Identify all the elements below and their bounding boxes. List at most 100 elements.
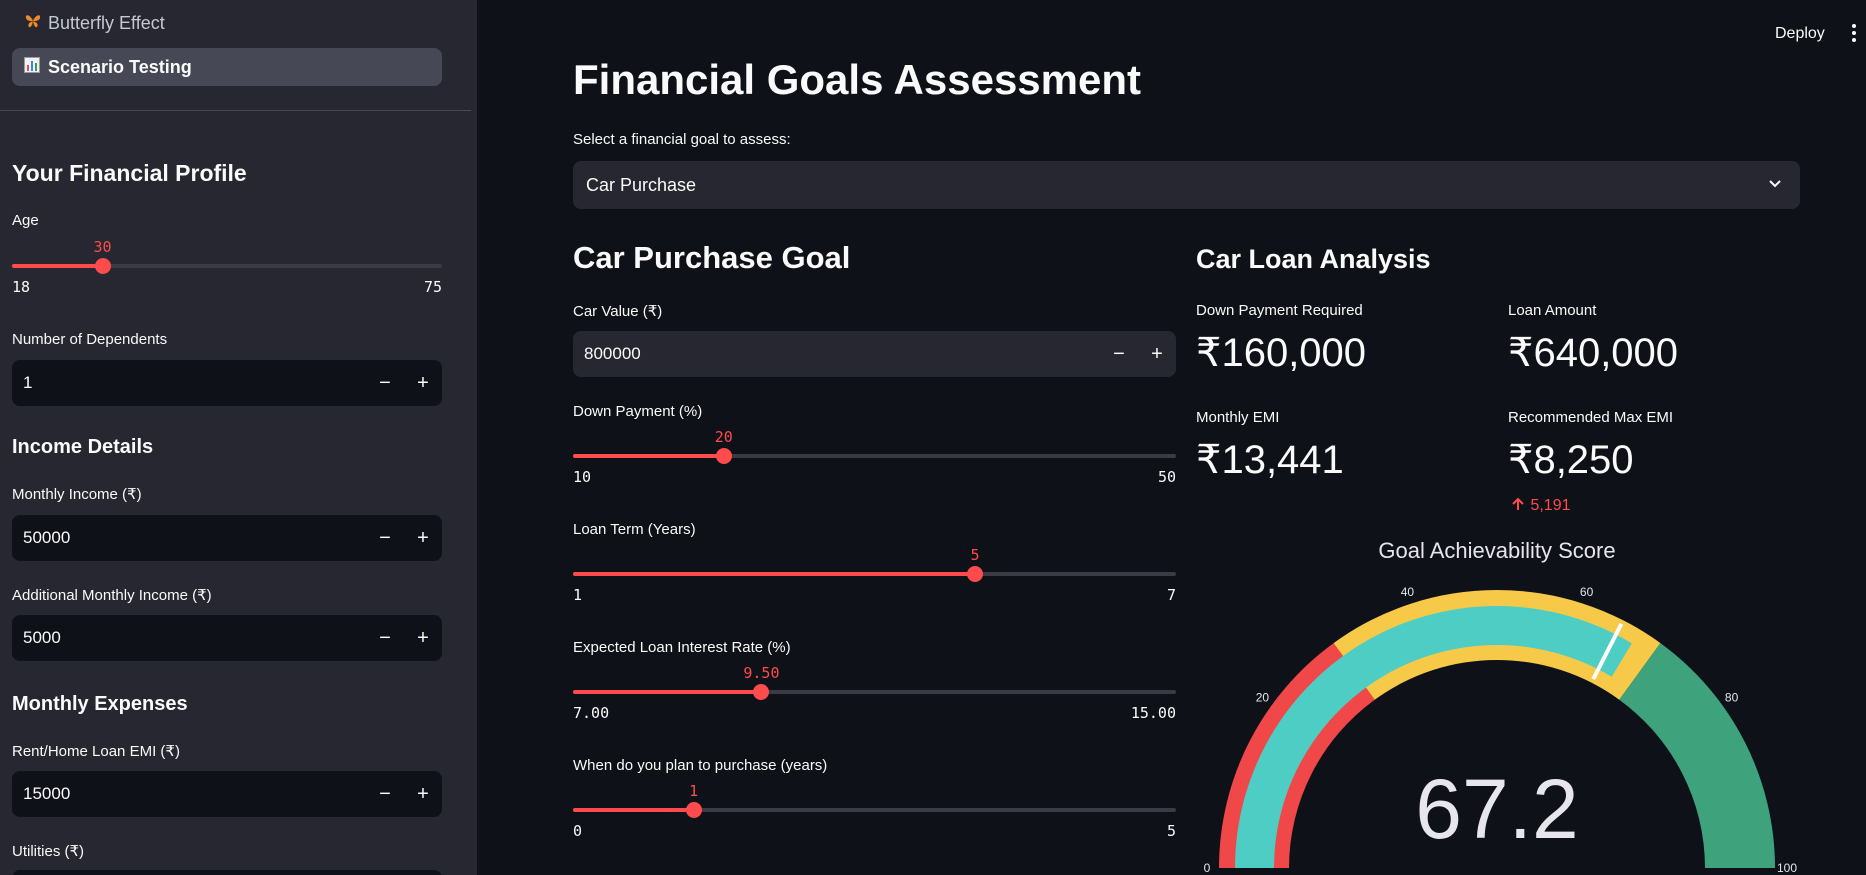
slider-value: 9.50 bbox=[743, 664, 780, 682]
slider-value: 5 bbox=[970, 546, 980, 564]
monthly-emi-label: Monthly EMI bbox=[1196, 409, 1280, 426]
car-purchase-goal-heading: Car Purchase Goal bbox=[573, 240, 851, 275]
dependents-input[interactable]: 1 − + bbox=[12, 360, 442, 406]
goal-select[interactable]: Car Purchase bbox=[573, 161, 1800, 209]
slider-max: 50 bbox=[1157, 468, 1176, 486]
increment-button[interactable]: + bbox=[404, 783, 442, 806]
nav-item-label: Scenario Testing bbox=[48, 56, 192, 77]
purchase-years-label: When do you plan to purchase (years) bbox=[573, 757, 828, 774]
monthly-expenses-heading: Monthly Expenses bbox=[12, 693, 188, 715]
nav-item-butterfly-effect[interactable]: Butterfly Effect bbox=[12, 4, 442, 42]
loan-amount-label: Loan Amount bbox=[1508, 302, 1597, 319]
gauge-tick-label: 80 bbox=[1725, 691, 1739, 705]
slider-fill bbox=[573, 808, 694, 812]
rent-label: Rent/Home Loan EMI (₹) bbox=[12, 743, 180, 760]
increment-button[interactable]: + bbox=[404, 527, 442, 550]
gauge-tick-label: 20 bbox=[1256, 691, 1270, 705]
increment-button[interactable]: + bbox=[1138, 343, 1176, 366]
loan-term-label: Loan Term (Years) bbox=[573, 521, 696, 538]
vertical-dots-icon[interactable] bbox=[1852, 22, 1858, 45]
down-payment-label: Down Payment (%) bbox=[573, 403, 703, 420]
slider-value: 1 bbox=[689, 782, 699, 800]
deploy-button[interactable]: Deploy bbox=[1775, 25, 1825, 43]
gauge-title: Goal Achievability Score bbox=[1378, 538, 1616, 563]
financial-profile-heading: Your Financial Profile bbox=[12, 160, 247, 186]
income-details-heading: Income Details bbox=[12, 436, 154, 458]
car-value-value[interactable]: 800000 bbox=[573, 344, 1100, 364]
slider-value: 20 bbox=[714, 428, 733, 446]
monthly-income-label: Monthly Income (₹) bbox=[12, 486, 142, 503]
purchase-years-slider[interactable]: 1 0 5 bbox=[573, 782, 1176, 840]
car-loan-analysis-heading: Car Loan Analysis bbox=[1196, 244, 1431, 274]
sidebar-divider bbox=[0, 110, 471, 111]
emi-delta-value: 5,191 bbox=[1530, 497, 1571, 514]
car-value-label: Car Value (₹) bbox=[573, 303, 663, 320]
increment-button[interactable]: + bbox=[404, 627, 442, 650]
dependents-label: Number of Dependents bbox=[12, 331, 168, 348]
decrement-button[interactable]: − bbox=[366, 372, 404, 395]
emi-delta: 5,191 bbox=[1510, 496, 1571, 515]
recommended-max-emi-value: ₹8,250 bbox=[1508, 438, 1634, 482]
monthly-emi-value: ₹13,441 bbox=[1196, 438, 1344, 482]
goal-select-value: Car Purchase bbox=[586, 174, 697, 195]
loan-term-slider[interactable]: 5 1 7 bbox=[573, 546, 1176, 604]
monthly-income-value[interactable]: 50000 bbox=[12, 528, 366, 548]
slider-max: 5 bbox=[1166, 822, 1176, 840]
decrement-button[interactable]: − bbox=[366, 627, 404, 650]
slider-fill bbox=[12, 264, 103, 268]
arrow-up-icon bbox=[1510, 497, 1530, 514]
loan-amount-value: ₹640,000 bbox=[1508, 331, 1679, 375]
gauge-tick-label: 100 bbox=[1777, 861, 1797, 875]
down-payment-required-label: Down Payment Required bbox=[1196, 302, 1363, 319]
slider-max: 15.00 bbox=[1130, 704, 1176, 722]
slider-thumb[interactable] bbox=[685, 802, 702, 818]
decrement-button[interactable]: − bbox=[1100, 343, 1138, 366]
gauge-tick-label: 40 bbox=[1401, 585, 1415, 599]
slider-min: 0 bbox=[573, 822, 583, 840]
slider-min: 1 bbox=[573, 586, 583, 604]
slider-min: 18 bbox=[12, 278, 31, 296]
slider-min: 7.00 bbox=[573, 704, 610, 722]
slider-thumb[interactable] bbox=[715, 448, 732, 464]
slider-max: 7 bbox=[1166, 586, 1176, 604]
gauge-tick-label: 60 bbox=[1580, 585, 1594, 599]
slider-min: 10 bbox=[573, 468, 592, 486]
age-slider[interactable]: 30 18 75 bbox=[12, 238, 442, 296]
down-payment-required-value: ₹160,000 bbox=[1196, 331, 1367, 375]
additional-income-input[interactable]: 5000 − + bbox=[12, 615, 442, 661]
monthly-income-input[interactable]: 50000 − + bbox=[12, 515, 442, 561]
slider-fill bbox=[573, 454, 724, 458]
butterfly-icon bbox=[24, 13, 44, 34]
rent-input[interactable]: 15000 − + bbox=[12, 771, 442, 817]
additional-income-label: Additional Monthly Income (₹) bbox=[12, 587, 212, 604]
bar-chart-icon bbox=[24, 56, 44, 78]
rent-value[interactable]: 15000 bbox=[12, 784, 366, 804]
car-value-input[interactable]: 800000 − + bbox=[573, 331, 1176, 377]
down-payment-slider[interactable]: 20 10 50 bbox=[573, 428, 1176, 486]
slider-fill bbox=[573, 572, 976, 576]
utilities-label: Utilities (₹) bbox=[12, 843, 85, 860]
slider-thumb[interactable] bbox=[94, 258, 111, 274]
chevron-down-icon bbox=[1766, 174, 1784, 197]
nav-item-scenario-testing[interactable]: Scenario Testing bbox=[12, 48, 442, 86]
increment-button[interactable]: + bbox=[404, 372, 442, 395]
slider-thumb[interactable] bbox=[753, 684, 770, 700]
slider-max: 75 bbox=[423, 278, 442, 296]
gauge-step-2 bbox=[1619, 643, 1775, 868]
age-label: Age bbox=[12, 212, 39, 229]
interest-rate-label: Expected Loan Interest Rate (%) bbox=[573, 639, 791, 656]
slider-fill bbox=[573, 690, 762, 694]
sidebar: Butterfly Effect Scenario Testing Your F… bbox=[0, 0, 477, 875]
interest-rate-slider[interactable]: 9.50 7.00 15.00 bbox=[573, 664, 1176, 722]
utilities-input[interactable] bbox=[12, 870, 442, 875]
page-title: Financial Goals Assessment bbox=[573, 56, 1142, 103]
gauge-tick-label: 0 bbox=[1204, 861, 1211, 875]
slider-thumb[interactable] bbox=[967, 566, 984, 582]
goal-select-label: Select a financial goal to assess: bbox=[573, 131, 791, 148]
achievability-gauge: 0 20 40 60 80 100 67.2 bbox=[1204, 585, 1798, 875]
additional-income-value[interactable]: 5000 bbox=[12, 628, 366, 648]
nav-item-label: Butterfly Effect bbox=[48, 12, 165, 33]
decrement-button[interactable]: − bbox=[366, 527, 404, 550]
dependents-value[interactable]: 1 bbox=[12, 373, 366, 393]
decrement-button[interactable]: − bbox=[366, 783, 404, 806]
